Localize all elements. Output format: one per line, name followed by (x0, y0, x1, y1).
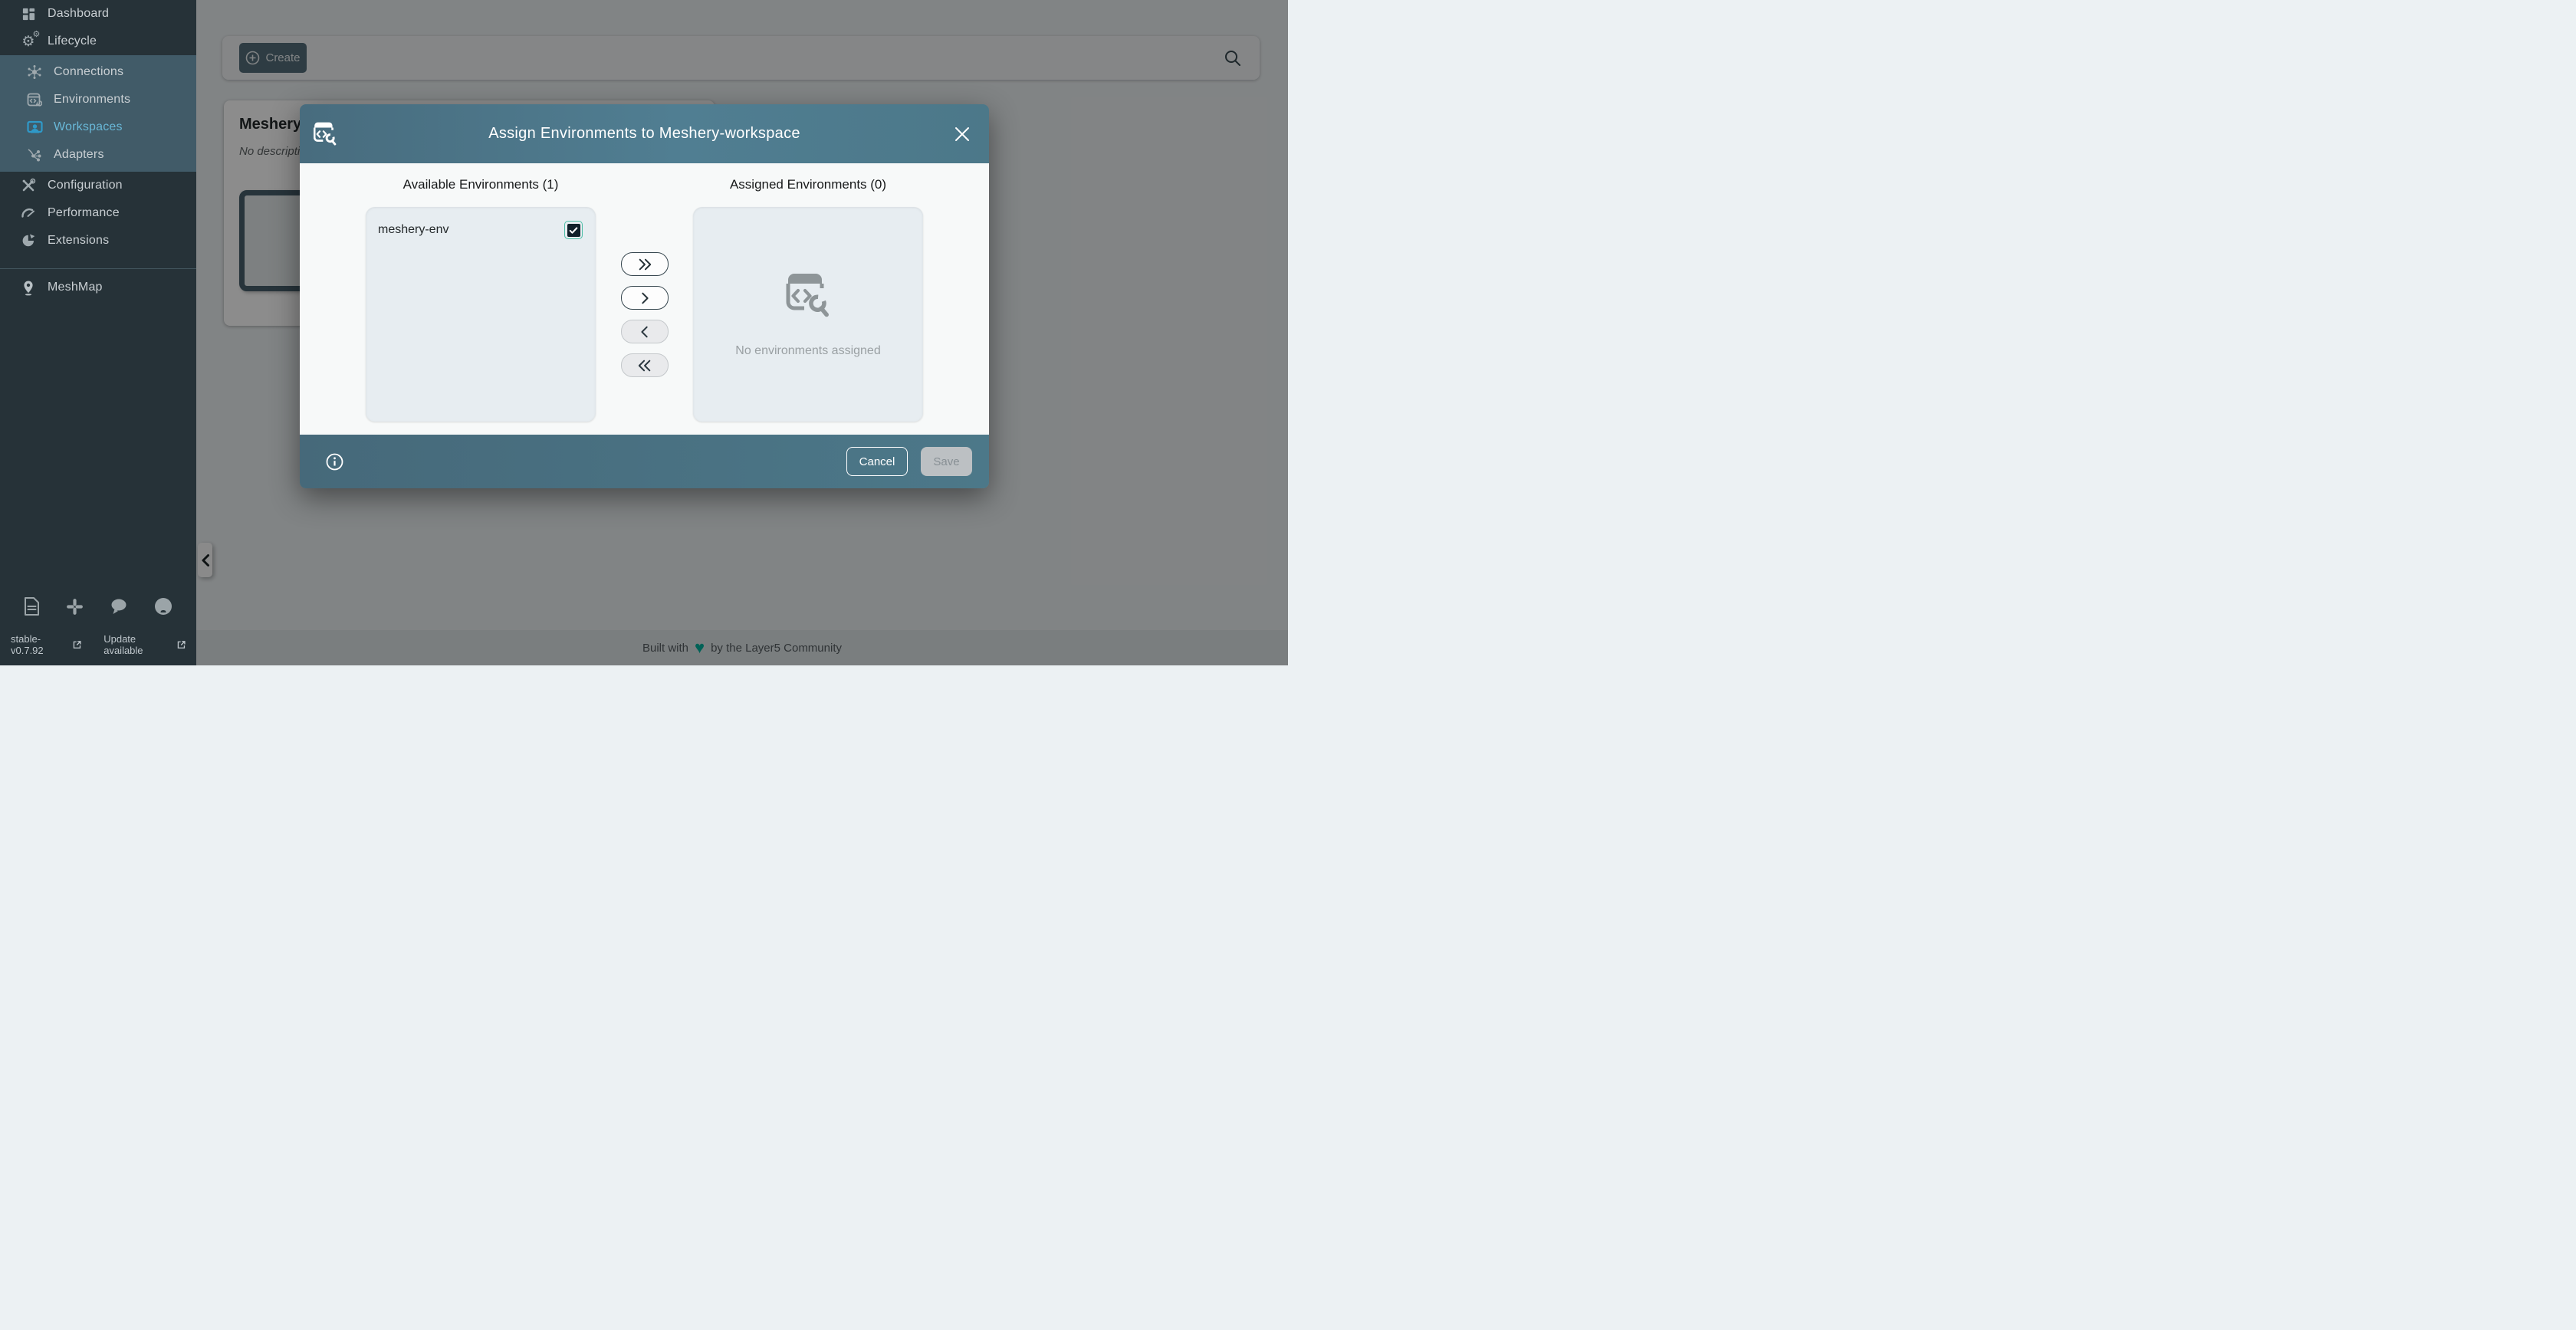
environments-icon (26, 91, 43, 108)
chevron-right-icon (636, 291, 653, 305)
sidebar-nav: Dashboard ⚙⚙ Lifecycle (0, 0, 196, 301)
environment-empty-icon (786, 271, 830, 324)
sidebar-item-label: Environments (54, 93, 130, 107)
double-chevron-left-icon (636, 359, 653, 373)
github-icon[interactable] (153, 596, 173, 616)
sidebar-item-label: Lifecycle (48, 34, 97, 48)
check-icon (569, 226, 578, 235)
double-chevron-right-icon (636, 258, 653, 271)
workspaces-icon (26, 119, 43, 136)
environment-icon (314, 121, 337, 147)
modal-header: Assign Environments to Meshery-workspace (300, 104, 989, 163)
environment-name: meshery-env (378, 223, 449, 237)
chevron-left-icon (636, 325, 653, 339)
sidebar: Dashboard ⚙⚙ Lifecycle (0, 0, 196, 665)
empty-state-message: No environments assigned (735, 344, 880, 358)
sidebar-item-adapters[interactable]: Adapters (0, 141, 196, 169)
sidebar-item-extensions[interactable]: Extensions (0, 227, 196, 255)
available-environments-column: Available Environments (1) meshery-env (366, 163, 596, 435)
performance-icon (20, 205, 37, 222)
sidebar-item-label: Performance (48, 206, 120, 220)
available-environments-heading: Available Environments (1) (366, 177, 596, 192)
move-selected-right-button[interactable] (621, 286, 669, 310)
extensions-icon (20, 232, 37, 249)
sidebar-item-dashboard[interactable]: Dashboard (0, 0, 196, 28)
version-link[interactable]: stable-v0.7.92 (11, 633, 81, 656)
info-icon[interactable] (326, 453, 343, 471)
modal-body: Available Environments (1) meshery-env (300, 163, 989, 435)
sidebar-footer: stable-v0.7.92 Update available (0, 596, 196, 665)
move-selected-left-button[interactable] (621, 320, 669, 343)
meshmap-icon (20, 279, 37, 296)
available-environments-panel: meshery-env (366, 207, 596, 422)
external-link-icon (73, 640, 81, 649)
sidebar-item-label: Workspaces (54, 120, 123, 134)
sidebar-lifecycle-group: Connections Environments (0, 55, 196, 172)
update-label: Update available (104, 633, 173, 656)
sidebar-item-configuration[interactable]: Configuration (0, 172, 196, 199)
sidebar-item-label: Configuration (48, 179, 123, 192)
dashboard-icon (20, 5, 37, 22)
slack-icon[interactable] (65, 597, 84, 616)
sidebar-item-label: MeshMap (48, 281, 103, 294)
assigned-environments-heading: Assigned Environments (0) (693, 177, 923, 192)
chat-icon[interactable] (109, 597, 129, 616)
assigned-environments-column: Assigned Environments (0) (693, 163, 923, 435)
assign-environments-modal: Assign Environments to Meshery-workspace… (300, 104, 989, 488)
docs-icon[interactable] (23, 596, 41, 616)
sidebar-item-meshmap[interactable]: MeshMap (0, 274, 196, 301)
transfer-controls (596, 163, 693, 435)
move-all-right-button[interactable] (621, 252, 669, 276)
sidebar-item-label: Extensions (48, 234, 109, 248)
assigned-environments-panel: No environments assigned (693, 207, 923, 422)
environment-checkbox[interactable] (564, 221, 583, 239)
modal-footer: Cancel Save (300, 435, 989, 488)
sidebar-item-performance[interactable]: Performance (0, 199, 196, 227)
update-available-link[interactable]: Update available (104, 633, 186, 656)
sidebar-divider (0, 268, 196, 269)
app-root: Dashboard ⚙⚙ Lifecycle (0, 0, 1288, 665)
modal-title: Assign Environments to Meshery-workspace (300, 125, 989, 143)
sidebar-item-label: Dashboard (48, 7, 109, 21)
sidebar-item-environments[interactable]: Environments (0, 86, 196, 113)
external-link-icon (177, 640, 186, 649)
sidebar-item-connections[interactable]: Connections (0, 58, 196, 86)
move-all-left-button[interactable] (621, 353, 669, 377)
adapters-icon (26, 146, 43, 163)
lifecycle-icon: ⚙⚙ (20, 33, 37, 50)
environment-list-item[interactable]: meshery-env (366, 207, 596, 239)
sidebar-item-lifecycle[interactable]: ⚙⚙ Lifecycle (0, 28, 196, 55)
cancel-button[interactable]: Cancel (846, 447, 908, 476)
save-button[interactable]: Save (921, 447, 972, 476)
sidebar-item-label: Adapters (54, 148, 104, 162)
version-label: stable-v0.7.92 (11, 633, 70, 656)
close-icon[interactable] (951, 123, 974, 146)
sidebar-item-label: Connections (54, 65, 123, 79)
configuration-icon (20, 177, 37, 194)
sidebar-item-workspaces[interactable]: Workspaces (0, 113, 196, 141)
connections-icon (26, 64, 43, 80)
